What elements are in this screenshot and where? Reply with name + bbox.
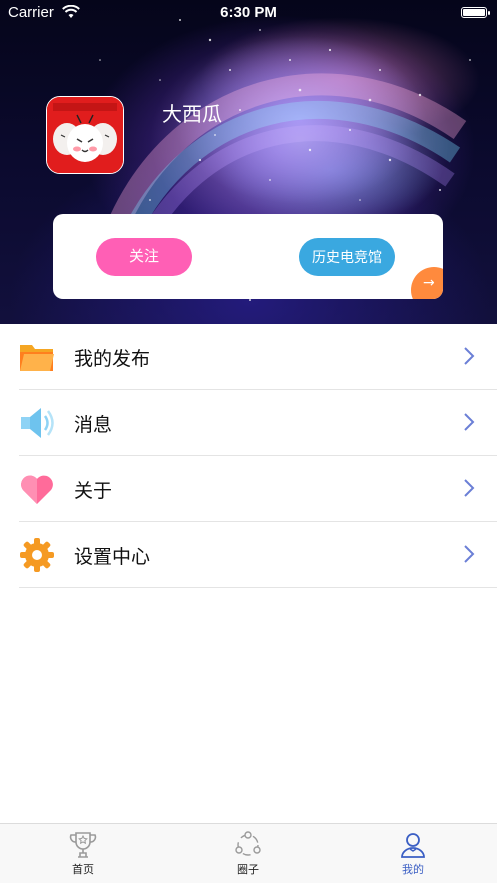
- tab-mine[interactable]: 我的: [383, 824, 443, 883]
- history-esports-button[interactable]: 历史电竞馆: [299, 238, 395, 276]
- avatar-image: [47, 97, 123, 173]
- menu-label: 设置中心: [74, 546, 151, 568]
- tab-label: 我的: [402, 863, 424, 876]
- tab-circle[interactable]: 圈子: [218, 824, 278, 883]
- avatar[interactable]: [46, 96, 124, 174]
- chevron-right-icon: [464, 479, 475, 497]
- tab-home[interactable]: 首页: [53, 824, 113, 883]
- circle-nodes-icon: [235, 831, 261, 856]
- chevron-right-icon: [464, 413, 475, 431]
- chevron-right-icon: [464, 545, 475, 563]
- trophy-icon: [69, 832, 97, 858]
- menu-item-settings[interactable]: 设置中心: [0, 522, 497, 588]
- tab-label: 圈子: [237, 863, 259, 876]
- status-bar: Carrier 6:30 PM: [0, 0, 497, 26]
- menu-label: 消息: [74, 414, 113, 436]
- chevron-right-icon: [464, 347, 475, 365]
- user-icon: [401, 833, 425, 858]
- menu-label: 关于: [74, 480, 113, 502]
- username: 大西瓜: [162, 102, 222, 126]
- menu-item-my-posts[interactable]: 我的发布: [0, 324, 497, 390]
- follow-button[interactable]: 关注: [96, 238, 192, 276]
- menu-label: 我的发布: [74, 348, 151, 370]
- tab-label: 首页: [72, 863, 94, 876]
- menu-item-messages[interactable]: 消息: [0, 390, 497, 456]
- battery-icon: [461, 7, 490, 18]
- arrow-right-icon: →: [423, 275, 435, 291]
- gear-icon: [20, 538, 54, 572]
- folder-icon: [20, 345, 54, 371]
- heart-icon: [21, 475, 53, 504]
- profile-header: Carrier 6:30 PM 大西瓜 关注 历史电竞馆 →: [0, 0, 497, 324]
- menu-item-about[interactable]: 关于: [0, 456, 497, 522]
- status-time: 6:30 PM: [220, 4, 277, 21]
- settings-menu: 我的发布 消息 关于 设置中心: [0, 324, 497, 588]
- speaker-icon: [21, 408, 54, 438]
- profile-actions-card: 关注 历史电竞馆 →: [53, 214, 443, 299]
- tab-bar: 首页 圈子 我的: [0, 823, 497, 883]
- arrow-badge[interactable]: →: [411, 267, 443, 299]
- divider: [19, 587, 497, 588]
